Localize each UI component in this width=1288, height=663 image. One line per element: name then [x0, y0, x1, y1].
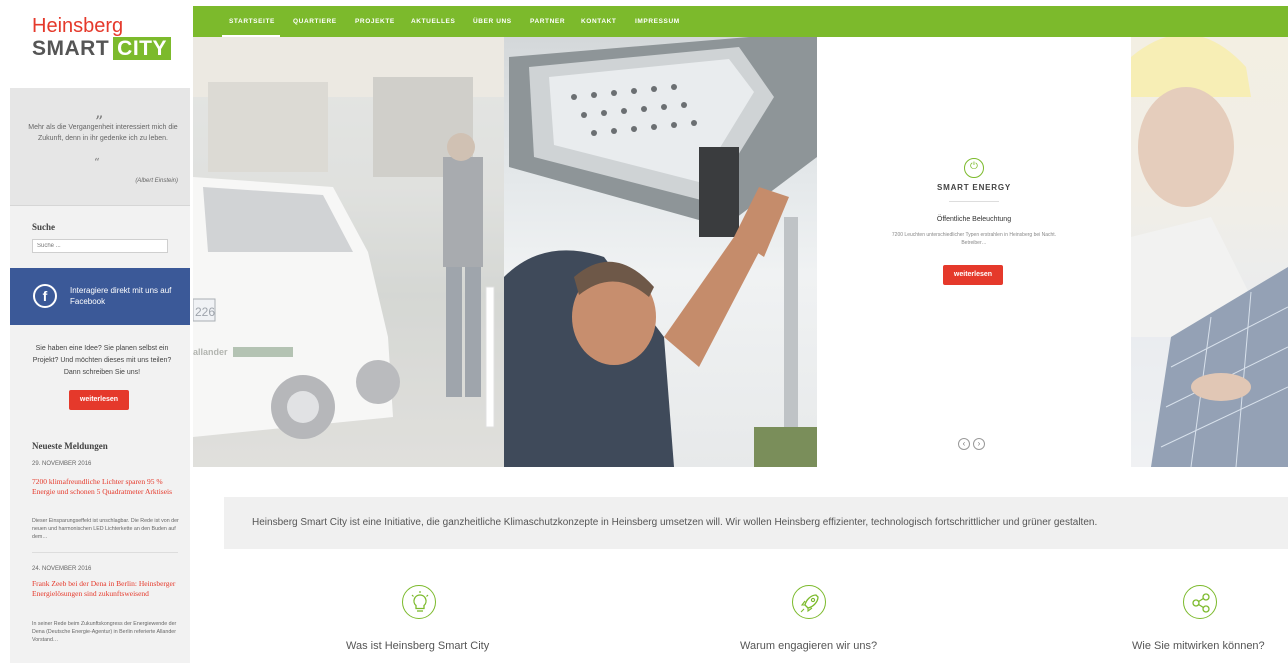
news-excerpt: In seiner Rede beim Zukunftskongress der… — [32, 621, 177, 643]
logo-heinsberg: Heinsberg — [32, 15, 124, 37]
feature-title-why[interactable]: Warum engagieren wir uns? — [740, 640, 877, 652]
search-input[interactable] — [32, 239, 168, 253]
slide-image-worker[interactable] — [504, 37, 817, 467]
nav-partner[interactable]: PARTNER — [530, 6, 565, 37]
intro-text: Heinsberg Smart City ist eine Initiative… — [252, 517, 1098, 528]
nav-quartiere[interactable]: QUARTIERE — [293, 6, 337, 37]
search-heading: Suche — [32, 222, 56, 232]
quote-widget: ” Mehr als die Vergangenheit interessier… — [10, 88, 190, 206]
slide-divider — [949, 201, 999, 202]
slider-prev-icon[interactable]: ‹ — [958, 438, 970, 450]
news-heading: Neueste Meldungen — [32, 441, 108, 451]
nav-ueber-uns[interactable]: ÜBER UNS — [473, 6, 512, 37]
nav-aktuelles[interactable]: AKTUELLES — [411, 6, 455, 37]
share-icon-graphic — [1192, 593, 1210, 613]
news-date: 29. NOVEMBER 2016 — [32, 461, 92, 467]
lightbulb-icon[interactable] — [402, 585, 436, 619]
intro-banner: Heinsberg Smart City ist eine Initiative… — [224, 497, 1288, 549]
site-logo[interactable]: Heinsberg SMART CITY — [10, 0, 190, 88]
rocket-icon[interactable] — [792, 585, 826, 619]
news-divider — [32, 552, 178, 553]
logo-smart-city: SMART CITY — [32, 37, 172, 61]
nav-impressum[interactable]: IMPRESSUM — [635, 6, 680, 37]
slide-image-solar-worker[interactable] — [1131, 37, 1288, 467]
plug-icon: ⏻ — [964, 158, 984, 178]
news-excerpt: Dieser Einsparungseffekt ist unschlagbar… — [32, 518, 179, 540]
slider-next-icon[interactable]: › — [973, 438, 985, 450]
slide-read-more-button[interactable]: weiterlesen — [943, 265, 1003, 285]
nav-kontakt[interactable]: KONTAKT — [581, 6, 617, 37]
nav-projekte[interactable]: PROJEKTE — [355, 6, 395, 37]
news-title-link[interactable]: Frank Zeeb bei der Dena in Berlin: Heins… — [32, 579, 182, 599]
slide-excerpt: 7200 Leuchten unterschiedlicher Typen er… — [891, 232, 1057, 246]
share-icon[interactable] — [1183, 585, 1217, 619]
image-fade-overlay — [1131, 37, 1288, 467]
worker-illustration — [504, 37, 817, 467]
nav-startseite[interactable]: STARTSEITE — [229, 6, 275, 37]
slide-image-electric-car[interactable]: 226 allander — [193, 37, 504, 467]
main-navigation: STARTSEITE QUARTIERE PROJEKTE AKTUELLES … — [193, 6, 1288, 37]
facebook-banner[interactable]: f Interagiere direkt mit uns auf Faceboo… — [10, 268, 190, 325]
quote-author: (Albert Einstein) — [135, 178, 178, 184]
news-title-link[interactable]: 7200 klimafreundliche Lichter sparen 95 … — [32, 477, 182, 497]
sidebar: Heinsberg SMART CITY ” Mehr als die Verga… — [10, 0, 190, 663]
quote-close-icon: “ — [94, 156, 100, 169]
feature-title-how[interactable]: Wie Sie mitwirken können? — [1132, 640, 1265, 652]
logo-smart: SMART — [32, 37, 110, 60]
feature-title-what[interactable]: Was ist Heinsberg Smart City — [346, 640, 489, 652]
idea-text: Sie haben eine Idee? Sie planen selbst e… — [32, 345, 172, 376]
facebook-text: Interagiere direkt mit uns auf Facebook — [70, 286, 172, 306]
rocket-icon-graphic — [800, 594, 819, 613]
facebook-icon: f — [33, 284, 57, 308]
slide-title: SMART ENERGY — [936, 183, 1012, 192]
idea-read-more-button[interactable]: weiterlesen — [69, 390, 129, 410]
logo-city: CITY — [113, 37, 172, 60]
news-date: 24. NOVEMBER 2016 — [32, 566, 92, 572]
slide-subtitle: Öffentliche Beleuchtung — [936, 216, 1012, 223]
lightbulb-icon-graphic — [411, 591, 429, 612]
image-fade-overlay — [193, 37, 504, 467]
quote-text: Mehr als die Vergangenheit interessiert … — [28, 124, 178, 142]
hero-slider: 226 allander ⏻ SMART ENERGY Öffentliche … — [193, 37, 1288, 467]
slide-info-panel: ⏻ SMART ENERGY Öffentliche Beleuchtung 7… — [817, 37, 1131, 467]
